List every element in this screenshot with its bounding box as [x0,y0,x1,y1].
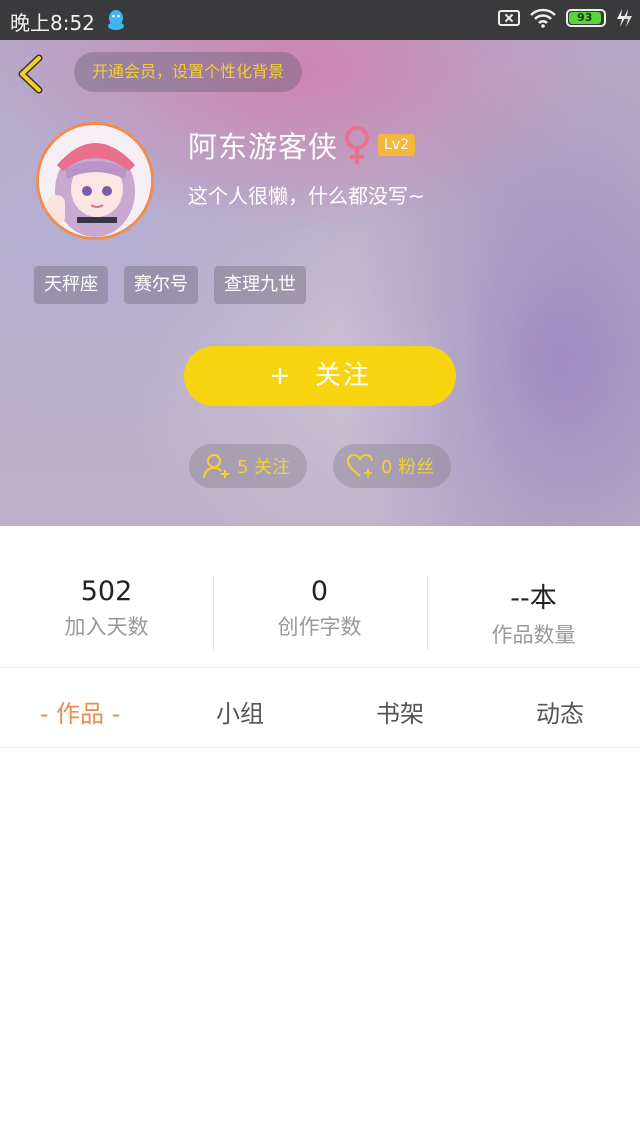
tab-groups[interactable]: 小组 [160,694,320,729]
heart-plus-icon [347,453,373,477]
status-bar: 晚上8:52 93 [0,0,640,40]
qq-icon [108,10,124,30]
stat-label: 创作字数 [277,615,362,639]
following-count: 5 关注 [237,457,291,478]
stat-value: 502 [80,576,133,607]
profile-stats: 502 加入天数 0 创作字数 --本 作品数量 [0,526,640,668]
level-badge: Lv2 [378,134,416,156]
profile-tabs: - 作品 - 小组 书架 动态 [0,668,640,748]
user-bio: 这个人很懒，什么都没写~ [188,184,425,208]
wifi-icon [530,8,556,28]
fans-count: 0 粉丝 [381,457,435,478]
following-count-button[interactable]: 5 关注 [189,444,307,488]
fans-count-button[interactable]: 0 粉丝 [333,444,451,488]
tag-item[interactable]: 天秤座 [34,266,108,304]
vip-background-prompt[interactable]: 开通会员，设置个性化背景 [74,52,303,92]
no-sim-icon [498,10,520,26]
female-icon [345,126,370,164]
tag-item[interactable]: 查理九世 [214,266,306,304]
back-arrow-icon[interactable] [12,52,52,96]
battery-level: 93 [569,12,601,24]
stat-value: 0 [310,576,329,607]
stat-word-count: 0 创作字数 [213,576,426,641]
profile-header: 开通会员，设置个性化背景 阿东游客侠 Lv2 这个人很懒，什么都没写~ 天秤座 … [0,40,640,526]
battery-icon: 93 [566,9,606,27]
add-user-icon [203,454,229,479]
tab-bookshelf[interactable]: 书架 [320,694,480,729]
avatar-image [39,125,151,237]
stat-value: --本 [510,583,557,614]
stat-works-count: --本 作品数量 [427,576,640,649]
stat-join-days: 502 加入天数 [0,576,213,641]
username-row: 阿东游客侠 Lv2 [188,124,416,166]
status-time: 晚上8:52 [10,11,95,35]
avatar[interactable] [36,122,154,240]
stat-label: 作品数量 [491,623,576,647]
follow-button-label: 关注 [314,361,371,391]
follow-button[interactable]: + 关注 [184,346,456,406]
tab-works[interactable]: - 作品 - [0,694,160,729]
stat-label: 加入天数 [64,615,149,639]
username: 阿东游客侠 [188,130,339,164]
tag-item[interactable]: 赛尔号 [124,266,198,304]
tag-list: 天秤座 赛尔号 查理九世 [34,266,306,304]
tab-activity[interactable]: 动态 [480,694,640,729]
charging-icon [617,9,632,27]
plus-icon: + [269,361,293,391]
